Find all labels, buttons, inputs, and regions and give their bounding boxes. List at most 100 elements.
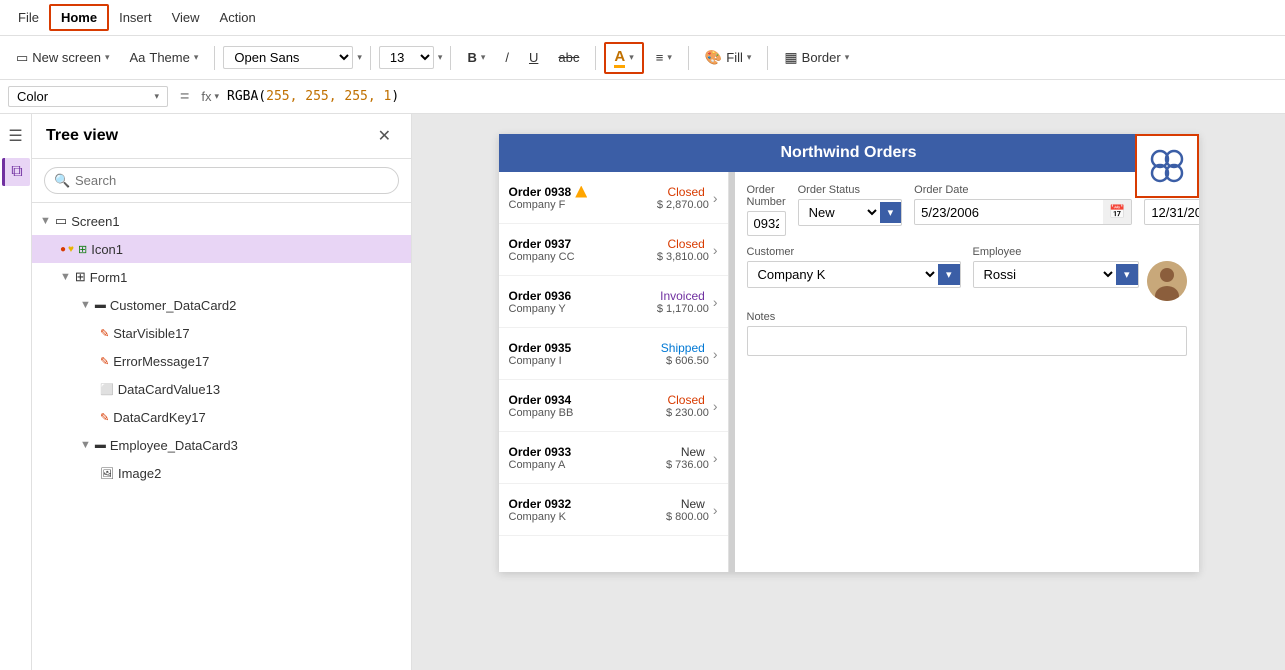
- order-item-0937[interactable]: Order 0937 Company CC Closed $ 3,810.00 …: [499, 224, 728, 276]
- strikethrough-button[interactable]: abc: [550, 46, 587, 69]
- order-item-0935[interactable]: Order 0935 Company I Shipped $ 606.50 ›: [499, 328, 728, 380]
- notes-field: Notes: [747, 311, 1187, 356]
- tree-item-starvisible17[interactable]: ✎ StarVisible17: [32, 319, 411, 347]
- tree-item-image2[interactable]: 🖼 Image2: [32, 459, 411, 487]
- employee-select[interactable]: Rossi: [974, 262, 1116, 287]
- toolbar-separator-4: [595, 46, 596, 70]
- screen-icon: ▭: [16, 50, 28, 66]
- menu-view[interactable]: View: [162, 6, 210, 29]
- font-chevron-icon: ▾: [357, 52, 362, 63]
- border-icon: ▦: [784, 49, 797, 66]
- datacardvalue-icon: ⬜: [100, 383, 114, 396]
- canvas-area: Northwind Orders: [412, 114, 1285, 670]
- align-button[interactable]: ≡ ▾: [648, 46, 680, 69]
- fill-button[interactable]: 🎨 Fill ▾: [697, 45, 760, 70]
- menu-action[interactable]: Action: [210, 6, 266, 29]
- menu-bar: File Home Insert View Action: [0, 0, 1285, 36]
- order-item-0933[interactable]: Order 0933 Company A New $ 736.00 ›: [499, 432, 728, 484]
- tree-arrow-form1: ▼: [60, 271, 71, 283]
- starvisible-icon: ✎: [100, 327, 109, 340]
- notes-input[interactable]: [747, 326, 1187, 356]
- formula-content[interactable]: RGBA(255, 255, 255, 1): [227, 89, 399, 104]
- order-amount-0933: $ 736.00: [666, 459, 709, 471]
- tree-item-customer-dc2[interactable]: ▼ ▬ Customer_DataCard2: [32, 291, 411, 319]
- tree-item-employee-dc3[interactable]: ▼ ▬ Employee_DataCard3: [32, 431, 411, 459]
- font-color-chevron-icon: ▾: [629, 52, 634, 63]
- new-screen-button[interactable]: ▭ New screen ▾: [8, 46, 117, 70]
- bold-chevron-icon: ▾: [481, 52, 486, 63]
- order-status-arrow-icon: ▾: [880, 202, 902, 223]
- order-status-0937: Closed: [657, 237, 705, 251]
- align-chevron-icon: ▾: [667, 52, 672, 63]
- powerapps-icon: [1146, 145, 1188, 187]
- tree-item-datacardkey17[interactable]: ✎ DataCardKey17: [32, 403, 411, 431]
- order-item-0938[interactable]: Order 0938 Company F Closed $ 2,870.00 ›: [499, 172, 728, 224]
- tree-item-datacardvalue13[interactable]: ⬜ DataCardValue13: [32, 375, 411, 403]
- formula-bar: Color ▾ = fx ▾ RGBA(255, 255, 255, 1): [0, 80, 1285, 114]
- menu-insert[interactable]: Insert: [109, 6, 162, 29]
- order-num-0936: Order 0936: [509, 289, 657, 303]
- sidebar-icons: ☰ ⧉: [0, 114, 32, 670]
- font-color-button[interactable]: A ▾: [604, 42, 643, 74]
- customer-select[interactable]: Company K: [748, 262, 938, 287]
- order-company-0935: Company I: [509, 355, 661, 367]
- italic-button[interactable]: /: [497, 46, 517, 69]
- employee-row: Rossi ▾: [973, 261, 1187, 301]
- fx-chevron-icon: ▾: [214, 91, 219, 102]
- paid-date-input[interactable]: [1145, 201, 1198, 224]
- order-amount-0935: $ 606.50: [661, 355, 709, 367]
- order-chevron-0936: ›: [713, 294, 718, 310]
- datacardkey-icon: ✎: [100, 411, 109, 424]
- toolbar-separator-2: [370, 46, 371, 70]
- order-number-input[interactable]: [747, 211, 786, 236]
- menu-file[interactable]: File: [8, 6, 49, 29]
- hamburger-icon-button[interactable]: ☰: [2, 122, 30, 150]
- powerapps-icon-box[interactable]: [1135, 134, 1199, 198]
- order-date-input[interactable]: [915, 201, 1103, 224]
- order-chevron-0933: ›: [713, 450, 718, 466]
- border-button[interactable]: ▦ Border ▾: [776, 45, 857, 70]
- tree-arrow-screen1: ▼: [40, 215, 51, 227]
- tree-item-errormessage17[interactable]: ✎ ErrorMessage17: [32, 347, 411, 375]
- order-item-0936[interactable]: Order 0936 Company Y Invoiced $ 1,170.00…: [499, 276, 728, 328]
- fill-icon: 🎨: [705, 49, 722, 66]
- detail-row-order-info: Order Number Order Status New Closed Shi…: [747, 184, 1187, 236]
- order-chevron-0932: ›: [713, 502, 718, 518]
- order-chevron-0934: ›: [713, 398, 718, 414]
- bold-button[interactable]: B ▾: [459, 46, 493, 69]
- theme-button[interactable]: Aa Theme ▾: [121, 46, 206, 69]
- employee-arrow-icon: ▾: [1116, 264, 1138, 285]
- formula-fx-button[interactable]: fx ▾: [201, 89, 219, 104]
- layers-icon-button[interactable]: ⧉: [2, 158, 30, 186]
- tree-item-form1[interactable]: ▼ ⊞ Form1: [32, 263, 411, 291]
- font-size-select[interactable]: 13: [379, 46, 434, 69]
- order-chevron-0938: ›: [713, 190, 718, 206]
- notes-label: Notes: [747, 311, 1187, 323]
- star-icon: ♥: [68, 244, 74, 255]
- order-status-0934: Closed: [666, 393, 705, 407]
- menu-home[interactable]: Home: [49, 4, 109, 31]
- order-date-calendar-icon[interactable]: 📅: [1103, 200, 1131, 224]
- order-amount-0936: $ 1,170.00: [657, 303, 709, 315]
- icon-node-icon: ⊞: [78, 243, 87, 256]
- customer-arrow-icon: ▾: [938, 264, 960, 285]
- tree-close-button[interactable]: ✕: [372, 124, 397, 148]
- tree-item-screen1[interactable]: ▼ ▭ Screen1: [32, 207, 411, 235]
- tree-item-icon1[interactable]: ● ♥ ⊞ Icon1: [32, 235, 411, 263]
- screen-node-icon: ▭: [55, 213, 67, 229]
- formula-close: ): [391, 89, 399, 104]
- detail-panel: Order Number Order Status New Closed Shi…: [735, 172, 1199, 572]
- order-status-select[interactable]: New Closed Shipped Invoiced: [799, 200, 880, 225]
- datacard-node-icon: ▬: [95, 299, 106, 311]
- order-num-0933: Order 0933: [509, 445, 667, 459]
- employee-dc-icon: ▬: [95, 439, 106, 451]
- underline-button[interactable]: U: [521, 46, 546, 69]
- tree-search-input[interactable]: [44, 167, 399, 194]
- warn-icon-0938: [575, 186, 587, 198]
- order-item-0932[interactable]: Order 0932 Company K New $ 800.00 ›: [499, 484, 728, 536]
- property-dropdown[interactable]: Color ▾: [8, 86, 168, 107]
- customer-label: Customer: [747, 246, 961, 258]
- font-family-select[interactable]: Open Sans: [223, 46, 353, 69]
- order-item-0934[interactable]: Order 0934 Company BB Closed $ 230.00 ›: [499, 380, 728, 432]
- chevron-down-icon: ▾: [105, 52, 110, 63]
